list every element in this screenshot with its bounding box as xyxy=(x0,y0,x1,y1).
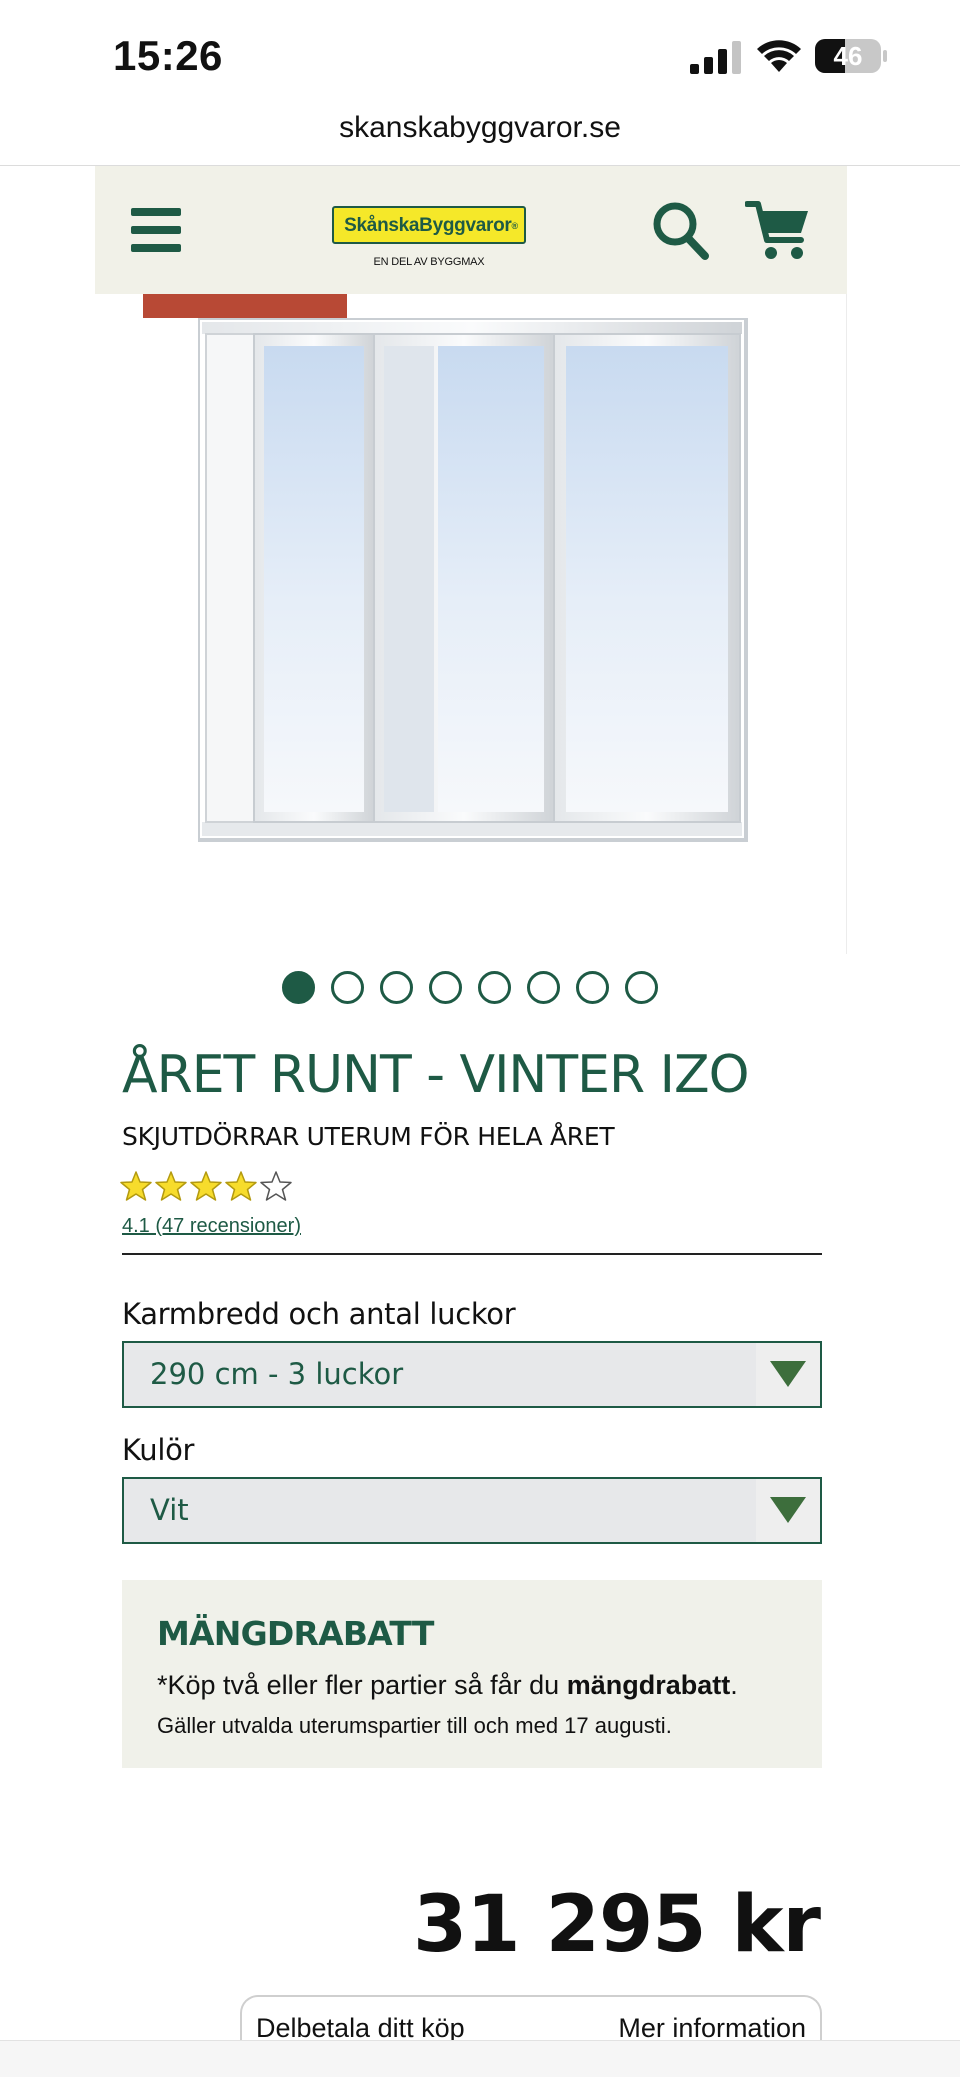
gallery-dots xyxy=(282,970,682,1006)
product-title: ÅRET RUNT - VINTER IZO xyxy=(122,1045,750,1105)
browser-toolbar xyxy=(0,2040,960,2077)
chevron-down-icon xyxy=(756,1479,820,1542)
cart-icon[interactable] xyxy=(745,198,811,262)
wifi-icon xyxy=(757,40,801,72)
discount-title: MÄNGDRABATT xyxy=(157,1614,434,1653)
size-select[interactable]: 290 cm - 3 luckor xyxy=(122,1341,822,1408)
star-filled-icon xyxy=(225,1171,257,1201)
product-subtitle: SKJUTDÖRRAR UTERUM FÖR HELA ÅRET xyxy=(122,1122,615,1151)
color-select[interactable]: Vit xyxy=(122,1477,822,1544)
gallery-dot[interactable] xyxy=(331,971,364,1004)
star-filled-icon xyxy=(155,1171,187,1201)
star-filled-icon xyxy=(190,1171,222,1201)
star-empty-icon xyxy=(260,1171,292,1201)
battery-icon: 46 xyxy=(815,39,887,73)
sale-badge xyxy=(143,294,347,318)
product-price: 31 295 kr xyxy=(412,1880,821,1970)
color-label: Kulör xyxy=(122,1433,195,1467)
gallery-dot[interactable] xyxy=(380,971,413,1004)
battery-level-text: 46 xyxy=(833,41,863,71)
discount-text: *Köp två eller fler partier så får du mä… xyxy=(157,1670,738,1700)
gallery-dot[interactable] xyxy=(478,971,511,1004)
signal-icon xyxy=(690,41,741,74)
search-icon[interactable] xyxy=(651,200,711,262)
logo-text: SkånskaByggvaror® xyxy=(344,215,518,236)
status-time: 15:26 xyxy=(113,32,223,79)
gallery-dot[interactable] xyxy=(625,971,658,1004)
logo-subtext: EN DEL AV BYGGMAX xyxy=(373,256,485,268)
gallery-dot[interactable] xyxy=(282,971,315,1004)
logo-badge: SkånskaByggvaror® xyxy=(332,206,526,244)
reviews-link[interactable]: 4.1 (47 recensioner) xyxy=(122,1215,301,1238)
status-bar: 15:26 46 xyxy=(0,0,960,110)
discount-validity: Gäller utvalda uterumspartier till och m… xyxy=(157,1713,672,1738)
site-header: SkånskaByggvaror® EN DEL AV BYGGMAX xyxy=(95,166,847,294)
rating-stars xyxy=(120,1170,295,1204)
star-filled-icon xyxy=(120,1171,152,1201)
gallery-edge xyxy=(846,294,847,954)
volume-discount-box: MÄNGDRABATT *Köp två eller fler partier … xyxy=(122,1580,822,1768)
chevron-down-icon xyxy=(756,1343,820,1406)
size-select-value: 290 cm - 3 luckor xyxy=(150,1357,404,1391)
site-logo[interactable]: SkånskaByggvaror® EN DEL AV BYGGMAX xyxy=(332,206,526,276)
color-select-value: Vit xyxy=(150,1493,189,1527)
size-label: Karmbredd och antal luckor xyxy=(122,1297,516,1331)
gallery-dot[interactable] xyxy=(429,971,462,1004)
gallery-dot[interactable] xyxy=(527,971,560,1004)
address-bar[interactable]: skanskabyggvaror.se xyxy=(0,100,960,166)
divider xyxy=(122,1253,822,1255)
product-image-sliding-doors xyxy=(198,318,748,842)
gallery-dot[interactable] xyxy=(576,971,609,1004)
menu-icon[interactable] xyxy=(131,208,181,252)
